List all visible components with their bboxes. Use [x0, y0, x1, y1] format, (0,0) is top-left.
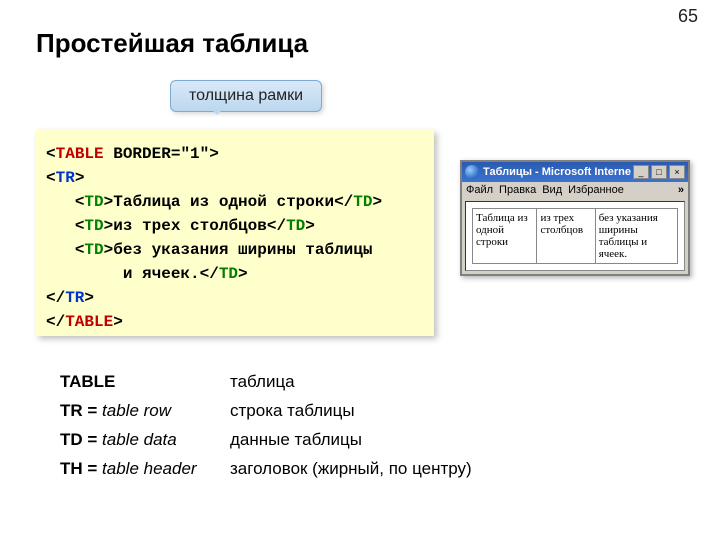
page-number: 65 — [678, 6, 698, 27]
minimize-button[interactable]: _ — [633, 165, 649, 179]
menu-file[interactable]: Файл — [466, 184, 493, 196]
definitions-list: TABLE таблица TR = table row строка табл… — [60, 368, 472, 484]
definition-row: TABLE таблица — [60, 368, 472, 397]
rendered-table: Таблица из одной строки из трех столбцов… — [472, 208, 678, 264]
menu-overflow[interactable]: » — [678, 184, 684, 196]
definition-row: TR = table row строка таблицы — [60, 397, 472, 426]
definition-row: TH = table header заголовок (жирный, по … — [60, 455, 472, 484]
ie-icon — [465, 165, 479, 179]
maximize-button[interactable]: □ — [651, 165, 667, 179]
table-cell: без указания ширины таблицы и ячеек. — [595, 209, 677, 264]
browser-mockup: Таблицы - Microsoft Internet E... _ □ × … — [460, 160, 690, 276]
table-cell: из трех столбцов — [537, 209, 595, 264]
menu-edit[interactable]: Правка — [499, 184, 536, 196]
browser-viewport: Таблица из одной строки из трех столбцов… — [465, 201, 685, 271]
callout-border-width: толщина рамки — [170, 80, 322, 112]
menu-favorites[interactable]: Избранное — [568, 184, 624, 196]
close-button[interactable]: × — [669, 165, 685, 179]
slide-title: Простейшая таблица — [36, 28, 308, 59]
definition-row: TD = table data данные таблицы — [60, 426, 472, 455]
code-block: <TABLE BORDER="1"> <TR> <TD>Таблица из о… — [36, 130, 434, 336]
window-title: Таблицы - Microsoft Internet E... — [483, 166, 631, 178]
table-cell: Таблица из одной строки — [473, 209, 537, 264]
window-titlebar: Таблицы - Microsoft Internet E... _ □ × — [462, 162, 688, 182]
menu-view[interactable]: Вид — [542, 184, 562, 196]
menu-bar: Файл Правка Вид Избранное » — [462, 182, 688, 198]
